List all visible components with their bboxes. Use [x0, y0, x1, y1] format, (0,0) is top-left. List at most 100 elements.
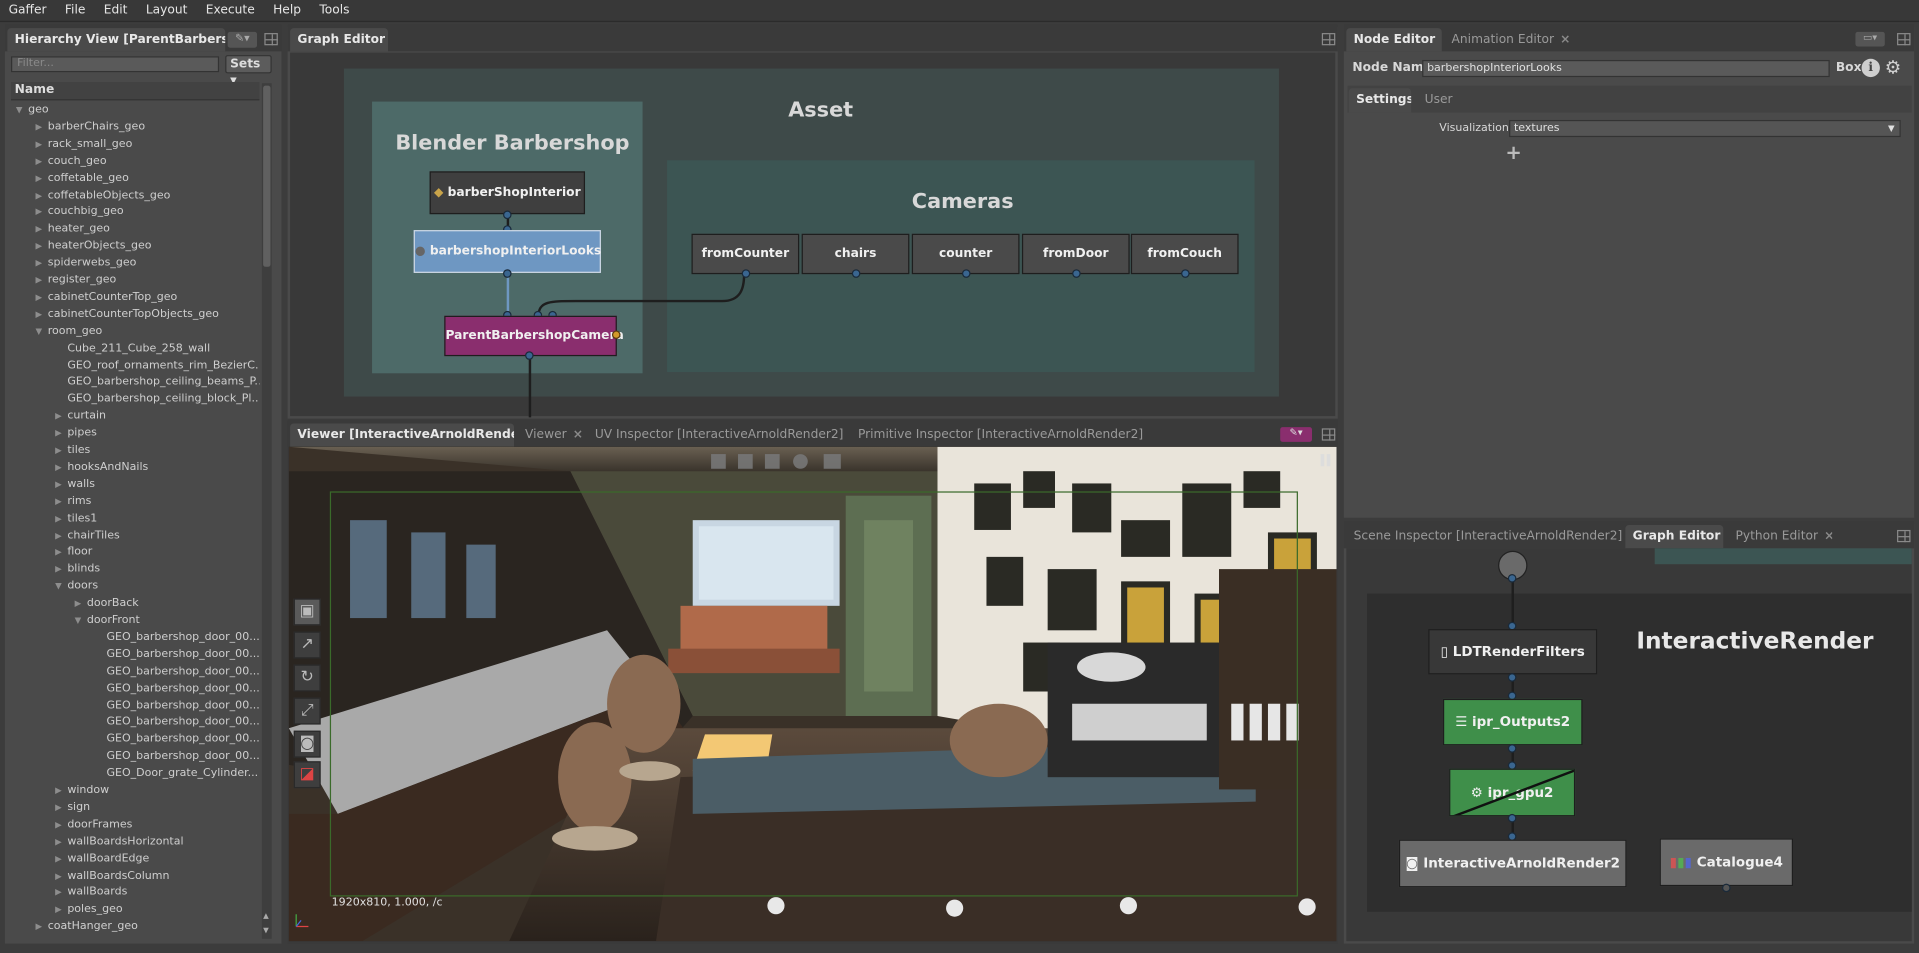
gear-icon[interactable]: ⚙ — [1885, 56, 1901, 78]
tree-row[interactable]: GEO_barbershop_door_00... — [94, 663, 259, 680]
tree-row[interactable]: ▶ tiles1 — [55, 510, 97, 527]
collapsed-arrow-icon[interactable]: ▶ — [35, 204, 47, 221]
interactive-arnold-render-node[interactable]: ◙ InteractiveArnoldRender2 — [1398, 839, 1627, 888]
tab-graph-editor[interactable]: Graph Editor× — [290, 28, 388, 52]
tree-row[interactable]: GEO_barbershop_door_00... — [94, 697, 259, 714]
pin-menu-button[interactable]: ▭▾ — [1855, 31, 1885, 47]
collapsed-arrow-icon[interactable]: ▶ — [55, 884, 67, 901]
collapsed-arrow-icon[interactable]: ▶ — [35, 238, 47, 255]
name-column-header[interactable]: Name — [11, 82, 260, 101]
tree-row[interactable]: ▼ doors — [55, 578, 98, 595]
collapsed-arrow-icon[interactable]: ▶ — [35, 153, 47, 170]
camera-node-fromDoor[interactable]: fromDoor — [1021, 233, 1130, 275]
output-plug[interactable] — [851, 269, 861, 278]
tree-row[interactable]: ▶ sign — [55, 799, 90, 816]
camera-node-fromCouch[interactable]: fromCouch — [1130, 233, 1239, 275]
tree-row[interactable]: GEO_barbershop_door_00... — [94, 629, 259, 646]
camera-node-counter[interactable]: counter — [911, 233, 1020, 275]
close-icon[interactable]: × — [1560, 33, 1570, 46]
tree-root[interactable]: ▼ geo — [16, 102, 49, 119]
plug[interactable] — [1507, 813, 1517, 823]
tree-row[interactable]: ▶ heaterObjects_geo — [35, 238, 151, 255]
rotate-tool-button[interactable]: ↻ — [293, 664, 321, 692]
collapsed-arrow-icon[interactable]: ▶ — [55, 408, 67, 425]
catalogue-node[interactable]: ▮▮▮ Catalogue4 — [1659, 838, 1794, 887]
tab-animation-editor[interactable]: Animation Editor × — [1444, 28, 1579, 51]
subtab-user[interactable]: User — [1417, 88, 1466, 112]
backdrop-edge[interactable] — [1654, 548, 1912, 565]
tree-row[interactable]: ▶ coffetableObjects_geo — [35, 187, 170, 204]
tree-row[interactable]: GEO_roof_ornaments_rim_BezierC... — [55, 357, 259, 374]
barbershop-interior-node[interactable]: ◆ barberShopInterior — [429, 171, 586, 215]
collapsed-arrow-icon[interactable]: ▶ — [35, 187, 47, 204]
select-tool-button[interactable]: ▣ — [293, 598, 321, 626]
output-plug[interactable] — [525, 351, 534, 360]
tree-row[interactable]: ▶ tiles — [55, 442, 90, 459]
tree-row[interactable]: ▶ coatHanger_geo — [35, 918, 137, 935]
info-icon[interactable]: i — [1861, 58, 1880, 78]
pin-menu-button[interactable]: ✎▾ — [1280, 427, 1313, 442]
tree-row[interactable]: ▶ cabinetCounterTop_geo — [35, 289, 177, 306]
output-plug[interactable] — [1181, 269, 1190, 278]
scroll-down-icon[interactable]: ▼ — [263, 926, 269, 935]
collapsed-arrow-icon[interactable]: ▶ — [55, 493, 67, 510]
menu-layout[interactable]: Layout — [137, 0, 197, 21]
expanded-arrow-icon[interactable]: ▼ — [55, 578, 67, 595]
tab-primitive-inspector[interactable]: Primitive Inspector [InteractiveArnoldRe… — [851, 423, 1145, 446]
collapsed-arrow-icon[interactable]: ▶ — [35, 918, 47, 935]
layout-icon[interactable] — [1897, 529, 1911, 543]
collapsed-arrow-icon[interactable]: ▶ — [35, 221, 47, 238]
pin-menu-button[interactable]: ✎▾ — [227, 31, 258, 48]
tree-row[interactable]: ▶ rack_small_geo — [35, 136, 132, 153]
tab-viewer-ipr[interactable]: Viewer [InteractiveArnoldRender2]× — [290, 423, 515, 447]
tree-row[interactable]: GEO_Door_grate_Cylinder... — [94, 765, 258, 782]
barbershop-interior-looks-node[interactable]: ● barbershopInteriorLooks — [413, 230, 601, 273]
tree-row[interactable]: GEO_barbershop_ceiling_block_Pl... — [55, 391, 259, 408]
hierarchy-filter-input[interactable]: Filter... — [11, 56, 220, 73]
hierarchy-scroll-thumb[interactable] — [263, 85, 271, 267]
tree-row[interactable]: ▶ hooksAndNails — [55, 459, 148, 476]
tree-row[interactable]: Cube_211_Cube_258_wall — [55, 340, 210, 357]
tree-row[interactable]: ▶ cabinetCounterTopObjects_geo — [35, 306, 218, 323]
tree-row[interactable]: ▶ wallBoardsHorizontal — [55, 833, 183, 850]
collapsed-arrow-icon[interactable]: ▶ — [55, 799, 67, 816]
add-plug-button[interactable]: + — [1505, 141, 1521, 164]
menu-help[interactable]: Help — [265, 0, 311, 21]
collapsed-arrow-icon[interactable]: ▶ — [35, 119, 47, 136]
expanded-arrow-icon[interactable]: ▼ — [16, 102, 28, 119]
output-plug[interactable] — [1072, 269, 1081, 278]
visualization-dropdown[interactable]: textures ▼ — [1509, 119, 1901, 138]
collapsed-arrow-icon[interactable]: ▶ — [35, 272, 47, 289]
tree-row[interactable]: ▶ window — [55, 782, 109, 799]
collapsed-arrow-icon[interactable]: ▶ — [55, 510, 67, 527]
output-plug[interactable] — [503, 269, 512, 278]
plug[interactable] — [1722, 883, 1731, 893]
collapsed-arrow-icon[interactable]: ▶ — [55, 442, 67, 459]
tree-row[interactable]: ▶ doorBack — [75, 595, 139, 612]
plug[interactable] — [1507, 574, 1517, 583]
collapsed-arrow-icon[interactable]: ▶ — [55, 833, 67, 850]
hierarchy-tree[interactable]: ▼ geo ▶ barberChairs_geo ▶ rack_small_geo ▶ cou… — [11, 102, 260, 939]
crop-tool-button[interactable]: ◪ — [293, 761, 321, 789]
close-icon[interactable]: × — [573, 428, 583, 441]
translate-tool-button[interactable]: ↗ — [293, 631, 321, 659]
collapsed-arrow-icon[interactable]: ▶ — [55, 901, 67, 918]
output-plug[interactable] — [741, 269, 751, 278]
subtab-settings[interactable]: Settings — [1348, 88, 1412, 113]
tree-row[interactable]: ▶ chairTiles — [55, 527, 120, 544]
output-plug[interactable] — [503, 210, 512, 220]
tree-row[interactable]: ▶ barberChairs_geo — [35, 119, 145, 136]
close-icon[interactable]: × — [1824, 530, 1832, 543]
collapsed-arrow-icon[interactable]: ▶ — [55, 816, 67, 833]
tab-node-editor[interactable]: Node Editor× — [1346, 28, 1442, 52]
camera-node-fromCounter[interactable]: fromCounter — [691, 233, 800, 275]
side-plug[interactable] — [611, 330, 621, 340]
scroll-up-icon[interactable]: ▲ — [263, 912, 269, 921]
collapsed-arrow-icon[interactable]: ▶ — [35, 306, 47, 323]
tree-row[interactable]: ▶ couch_geo — [35, 153, 106, 170]
viewer-viewport[interactable]: 1920x810, 1.000, /c — [288, 446, 1337, 942]
tab-lower-graph-editor[interactable]: Graph Editor× — [1625, 525, 1724, 549]
collapsed-arrow-icon[interactable]: ▶ — [35, 289, 47, 306]
tree-row[interactable]: ▶ floor — [55, 544, 92, 561]
tab-scene-inspector[interactable]: Scene Inspector [InteractiveArnoldRender… — [1346, 525, 1623, 548]
